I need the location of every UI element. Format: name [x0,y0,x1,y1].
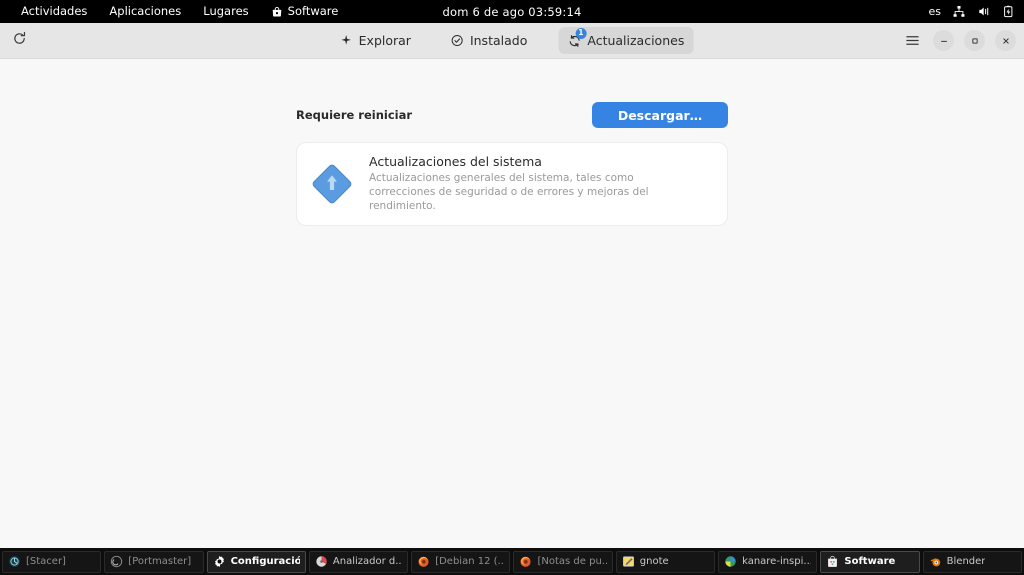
maximize-icon [970,31,980,50]
download-button[interactable]: Descargar… [592,102,728,128]
top-bar-left-menus: Actividades Aplicaciones Lugares Softwar… [0,0,349,23]
taskbar-item-label: [Notas de pu... [537,556,607,567]
view-switcher-tabs: Explorar Instalado 1 Actualizaciones [331,26,694,56]
keyboard-layout-indicator[interactable]: es [929,5,942,18]
minimize-button[interactable] [933,30,954,51]
tab-actualizaciones[interactable]: 1 Actualizaciones [558,27,694,54]
update-card-description: Actualizaciones generales del sistema, t… [369,172,649,213]
firefox-icon [519,555,532,568]
hamburger-menu-icon[interactable] [901,30,923,52]
maximize-button[interactable] [964,30,985,51]
current-app-label: Software [287,4,339,18]
tab-instalado[interactable]: Instalado [442,27,536,54]
sparkle-icon [340,34,353,47]
taskbar-item-label: [Portmaster] [128,556,192,567]
gnome-top-bar: Actividades Aplicaciones Lugares Softwar… [0,0,1024,23]
section-title: Requiere reiniciar [296,108,413,122]
taskbar-item-label: Analizador d... [332,556,403,567]
taskbar-item-configuracion[interactable]: Configuración [206,550,306,573]
taskbar-item-label: Software [844,556,896,567]
blender-icon [929,555,942,568]
gnote-icon [622,555,635,568]
stacer-icon [8,555,21,568]
taskbar-item-label: [Debian 12 (... [435,556,505,567]
close-icon [1001,31,1011,50]
places-label: Lugares [203,4,249,18]
taskbar-item-debian12[interactable]: [Debian 12 (... [411,550,511,573]
system-status-area[interactable]: es [929,0,1016,23]
gear-icon [213,555,226,568]
updates-section: Requiere reiniciar Descargar… Actualizac… [296,102,728,226]
taskbar-item-label: [Stacer] [26,556,66,567]
current-app-menu[interactable]: Software [260,0,350,23]
update-card-title: Actualizaciones del sistema [369,154,542,169]
tab-explorar-label: Explorar [358,33,411,48]
taskbar-item-analizador[interactable]: Analizador d... [308,550,409,573]
window-controls [901,30,1016,52]
updates-count-badge: 1 [575,27,587,39]
taskbar-item-label: kanare-inspi... [742,556,812,567]
battery-charging-icon[interactable] [1002,5,1015,18]
app-header-bar: Explorar Instalado 1 Actualizaciones [0,23,1024,59]
updates-content-area: Requiere reiniciar Descargar… Actualizac… [0,59,1024,548]
taskbar-item-notas[interactable]: [Notas de pu... [513,550,613,573]
network-wired-icon[interactable] [952,5,966,18]
refresh-icon [12,31,27,50]
close-button[interactable] [995,30,1016,51]
taskbar-item-gnote[interactable]: gnote [615,550,716,573]
activities-button[interactable]: Actividades [10,0,98,23]
check-circle-icon [451,34,464,47]
system-update-diamond-icon [311,163,353,205]
applications-menu[interactable]: Aplicaciones [98,0,192,23]
activities-label: Actividades [21,4,88,18]
shopping-bag-icon [271,6,283,18]
window-list-taskbar: [Stacer] [Portmaster] Configuración [0,548,1024,575]
shopping-bag-icon [826,555,839,568]
taskbar-item-label: Configuración [230,556,300,567]
minimize-icon [939,31,949,50]
taskbar-item-kanare[interactable]: kanare-inspi... [718,550,818,573]
update-card-text: Actualizaciones del sistema Actualizacio… [369,154,699,214]
taskbar-item-software[interactable]: Software [820,550,920,573]
tab-actualizaciones-label: Actualizaciones [587,33,685,48]
portmaster-icon [110,555,123,568]
updates-refresh-icon: 1 [567,27,587,48]
taskbar-item-portmaster[interactable]: [Portmaster] [104,550,204,573]
refresh-button[interactable] [6,28,32,54]
volume-icon[interactable] [977,5,991,18]
tab-instalado-label: Instalado [469,33,528,48]
disk-analyzer-icon [315,555,328,568]
software-app-window: Explorar Instalado 1 Actualizaciones Req… [0,23,1024,548]
taskbar-item-blender[interactable]: Blender [922,550,1022,573]
tab-explorar[interactable]: Explorar [331,27,420,54]
section-header-row: Requiere reiniciar Descargar… [296,102,728,128]
firefox-icon [417,555,430,568]
desktop-screen: Actividades Aplicaciones Lugares Softwar… [0,0,1024,575]
taskbar-item-label: gnote [639,556,669,567]
applications-label: Aplicaciones [109,4,182,18]
image-viewer-icon [724,555,737,568]
taskbar-item-stacer[interactable]: [Stacer] [2,550,102,573]
update-card-system[interactable]: Actualizaciones del sistema Actualizacio… [296,142,728,226]
places-menu[interactable]: Lugares [192,0,259,23]
taskbar-item-label: Blender [946,556,986,567]
